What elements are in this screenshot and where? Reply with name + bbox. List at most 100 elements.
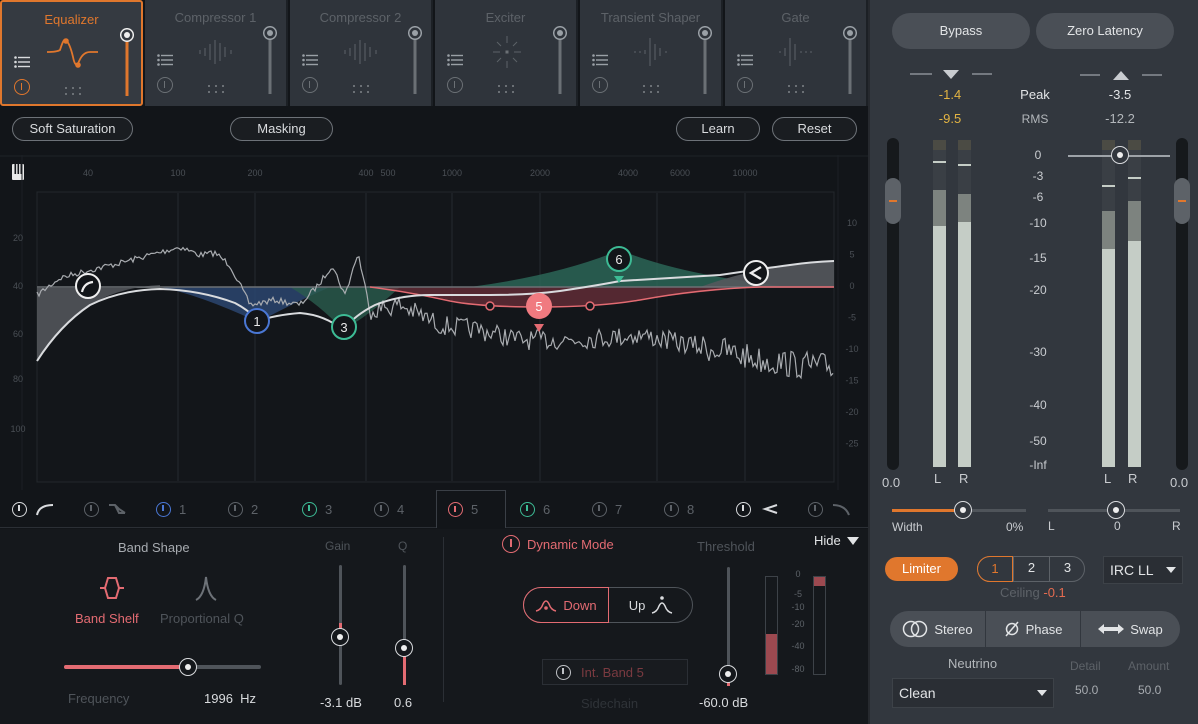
zero-latency-button[interactable]: Zero Latency <box>1036 13 1174 49</box>
grip-icon[interactable] <box>207 84 227 94</box>
gain-slider[interactable] <box>330 565 350 685</box>
irc-mode-select[interactable]: IRC LL <box>1103 556 1183 584</box>
band-power-icon[interactable] <box>374 501 389 517</box>
list-icon[interactable] <box>302 54 318 66</box>
output-meter-mode-indicator[interactable] <box>1080 69 1162 81</box>
output-ceiling-knob[interactable] <box>1111 146 1129 164</box>
sidechain-power-icon[interactable] <box>556 664 571 680</box>
band-power-icon[interactable] <box>228 501 243 517</box>
grip-icon[interactable] <box>352 84 372 94</box>
list-icon[interactable] <box>592 54 608 66</box>
frequency-value[interactable]: 1996 Hz <box>204 691 256 706</box>
band-power-icon[interactable] <box>84 501 99 517</box>
q-slider[interactable] <box>394 565 414 685</box>
module-mix-slider[interactable] <box>843 26 857 96</box>
band-power-icon[interactable] <box>302 501 317 517</box>
band-tab-1[interactable]: 1 <box>156 490 186 528</box>
power-icon[interactable] <box>737 77 753 93</box>
eq-node-highshelf[interactable] <box>743 260 769 286</box>
input-gain-value[interactable]: 0.0 <box>882 475 900 490</box>
module-equalizer[interactable]: Equalizer <box>0 0 143 106</box>
band-power-icon[interactable] <box>736 501 751 517</box>
input-gain-fader[interactable] <box>885 138 901 470</box>
band-power-icon[interactable] <box>448 502 463 517</box>
phase-button[interactable]: Phase <box>986 611 1081 647</box>
module-compressor-1[interactable]: Compressor 1 <box>145 0 288 106</box>
module-mix-slider[interactable] <box>263 26 277 96</box>
swap-button[interactable]: Swap <box>1081 611 1180 647</box>
module-transient-shaper[interactable]: Transient Shaper <box>580 0 723 106</box>
grip-icon[interactable] <box>64 86 84 96</box>
band-tab-5[interactable]: 5 <box>436 490 506 528</box>
module-mix-slider[interactable] <box>120 28 134 98</box>
list-icon[interactable] <box>737 54 753 66</box>
masking-button[interactable]: Masking <box>230 117 333 141</box>
grip-icon[interactable] <box>642 84 662 94</box>
stereo-button[interactable]: Stereo <box>890 611 986 647</box>
grip-icon[interactable] <box>787 84 807 94</box>
input-gain-fader-handle[interactable] <box>885 178 901 224</box>
hide-button[interactable]: Hide <box>814 533 859 548</box>
power-icon[interactable] <box>302 77 318 93</box>
output-gain-fader[interactable] <box>1174 138 1190 470</box>
band-power-icon[interactable] <box>156 501 171 517</box>
eq-node-5-q-handle-right[interactable] <box>585 301 595 311</box>
input-meter-mode-indicator[interactable] <box>910 69 992 81</box>
band-tab-highshelf[interactable] <box>736 490 779 528</box>
module-mix-slider[interactable] <box>553 26 567 96</box>
limiter-mode-2[interactable]: 2 <box>1013 556 1049 582</box>
band-tab-8[interactable]: 8 <box>664 490 694 528</box>
power-icon[interactable] <box>14 79 30 95</box>
width-slider[interactable] <box>892 501 1026 519</box>
frequency-slider[interactable] <box>64 657 261 677</box>
gain-value[interactable]: -3.1 dB <box>320 695 362 710</box>
power-icon[interactable] <box>447 77 463 93</box>
ceiling-readout[interactable]: Ceiling -0.1 <box>1000 585 1066 600</box>
bypass-button[interactable]: Bypass <box>892 13 1030 49</box>
module-mix-slider[interactable] <box>698 26 712 96</box>
amount-value[interactable]: 50.0 <box>1138 683 1161 697</box>
power-icon[interactable] <box>157 77 173 93</box>
threshold-value[interactable]: -60.0 dB <box>699 695 748 710</box>
power-icon[interactable] <box>592 77 608 93</box>
neutrino-mode-select[interactable]: Clean <box>892 678 1054 708</box>
threshold-slider-knob[interactable] <box>719 665 737 683</box>
limiter-mode-3[interactable]: 3 <box>1049 556 1085 582</box>
dynamic-mode-toggle[interactable]: Dynamic Mode <box>502 535 614 553</box>
detail-value[interactable]: 50.0 <box>1075 683 1098 697</box>
band-power-icon[interactable] <box>808 501 823 517</box>
list-icon[interactable] <box>447 54 463 66</box>
q-slider-knob[interactable] <box>395 639 413 657</box>
eq-node-5-q-handle-left[interactable] <box>485 301 495 311</box>
band-shelf-option[interactable]: Band Shelf <box>70 574 155 629</box>
module-mix-slider[interactable] <box>408 26 422 96</box>
eq-node-1[interactable]: 1 <box>244 308 270 334</box>
pan-slider[interactable] <box>1048 501 1180 519</box>
band-tab-2[interactable]: 2 <box>228 490 258 528</box>
band-tab-lowcut[interactable] <box>12 490 55 528</box>
eq-node-3[interactable]: 3 <box>331 314 357 340</box>
frequency-slider-knob[interactable] <box>179 658 198 676</box>
band-power-icon[interactable] <box>12 501 27 517</box>
learn-button[interactable]: Learn <box>676 117 760 141</box>
pan-slider-knob[interactable] <box>1107 501 1125 519</box>
module-gate[interactable]: Gate <box>725 0 868 106</box>
proportional-q-option[interactable]: Proportional Q <box>158 574 258 629</box>
eq-graph[interactable]: 40 100 200 400 500 1000 2000 4000 6000 10000 20 40… <box>0 155 868 490</box>
band-tab-7[interactable]: 7 <box>592 490 622 528</box>
reset-button[interactable]: Reset <box>772 117 857 141</box>
output-ceiling-slider[interactable] <box>1068 146 1170 166</box>
module-exciter[interactable]: Exciter <box>435 0 578 106</box>
band-tab-lowshelf[interactable] <box>84 490 127 528</box>
output-gain-value[interactable]: 0.0 <box>1170 475 1188 490</box>
band-power-icon[interactable] <box>664 501 679 517</box>
down-button[interactable]: Down <box>523 587 609 623</box>
band-tab-3[interactable]: 3 <box>302 490 332 528</box>
band-tab-6[interactable]: 6 <box>520 490 550 528</box>
sidechain-source-select[interactable]: Int. Band 5 <box>542 659 688 685</box>
band-power-icon[interactable] <box>520 501 535 517</box>
band-power-icon[interactable] <box>592 501 607 517</box>
module-compressor-2[interactable]: Compressor 2 <box>290 0 433 106</box>
band-tab-4[interactable]: 4 <box>374 490 404 528</box>
width-slider-knob[interactable] <box>954 501 972 519</box>
